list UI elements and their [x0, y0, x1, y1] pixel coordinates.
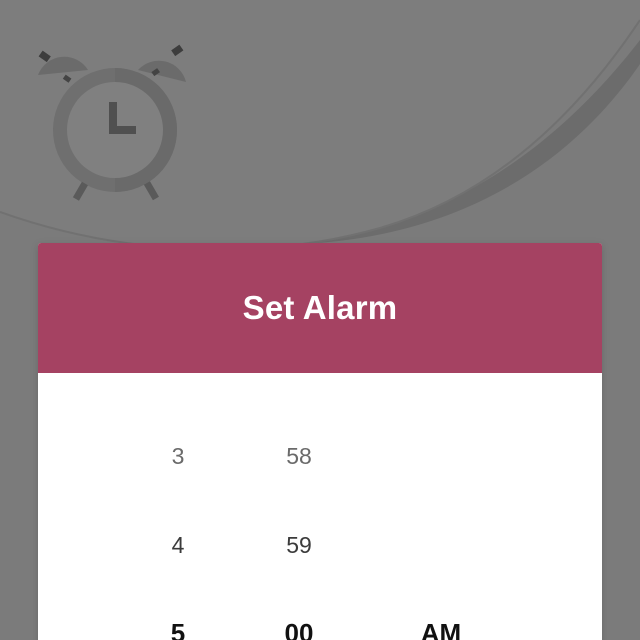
period-option-selected[interactable]: AM — [381, 618, 501, 640]
hour-option[interactable]: 4 — [118, 530, 238, 560]
time-picker[interactable]: 3 4 5 58 59 00 AM — [38, 373, 602, 640]
minute-option[interactable]: 59 — [239, 530, 359, 560]
alarm-clock-icon — [38, 44, 186, 201]
hour-option-selected[interactable]: 5 — [118, 618, 238, 640]
dialog-header: Set Alarm — [38, 243, 602, 373]
minute-option[interactable]: 58 — [239, 441, 359, 471]
dialog-title: Set Alarm — [242, 289, 398, 326]
set-alarm-dialog: Set Alarm 3 4 5 58 59 00 AM — [38, 243, 602, 640]
minute-option-selected[interactable]: 00 — [239, 618, 359, 640]
hour-option[interactable]: 3 — [118, 441, 238, 471]
